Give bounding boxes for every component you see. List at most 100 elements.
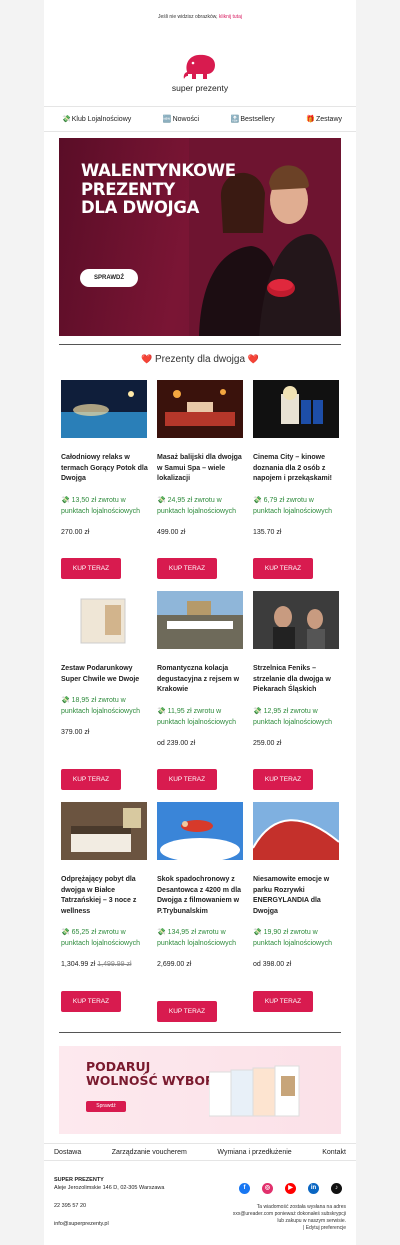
company-email[interactable]: info@superprezenty.pl [54,1220,164,1228]
buy-now-button[interactable]: KUP TERAZ [61,558,121,579]
tiktok-icon[interactable]: ♪ [331,1183,342,1194]
price: 1,304.99 zł 1,499.99 zł [61,961,149,968]
price-value: od 398.00 zł [253,961,292,968]
price: 135.70 zł [253,529,341,536]
product-title[interactable]: Zestaw Podarunkowy Super Chwile we Dwoje [61,664,149,685]
product-image-hotel-room[interactable] [61,802,147,860]
nav-item-loyalty-club[interactable]: 💸 Klub Lojalnościowy [62,115,132,124]
product-card: Masaż balijski dla dwojga w Samui Spa – … [157,380,245,579]
gift-boxes-image [209,1065,300,1117]
nav-label: Nowości [172,115,200,123]
logo[interactable]: super prezenty [44,52,356,93]
top-nav: 💸 Klub Lojalnościowy 🆕 Nowości 🔝 Bestseller… [44,106,356,132]
cashback-text: 💸 24,95 zł zwrotu w punktach lojalnościo… [157,496,236,515]
price: od 398.00 zł [253,961,341,968]
notice-line: lub zakupu w naszym serwisie. [277,1218,346,1224]
company-phone: 22 395 57 20 [54,1203,87,1209]
cashback-text: 💸 13,50 zł zwrotu w punktach lojalnościo… [61,496,140,515]
product-card: Odprężający pobyt dla dwojga w Białce Ta… [61,802,149,1012]
buy-now-button[interactable]: KUP TERAZ [253,558,313,579]
notice-line: Ta wiadomość została wysłana na adres [256,1204,346,1210]
product-title[interactable]: Strzelnica Feniks – strzelanie dla dwojg… [253,664,341,696]
buy-now-button[interactable]: KUP TERAZ [61,991,121,1012]
product-title[interactable]: Cinema City – kinowe doznania dla 2 osób… [253,453,341,485]
cashback-text: 💸 65,25 zł zwrotu w punktach lojalnościo… [61,929,140,947]
buy-now-button[interactable]: KUP TERAZ [157,769,217,790]
nav-label: Klub Lojalnościowy [71,115,132,123]
youtube-icon[interactable]: ▶ [285,1183,296,1194]
heart-icon: ❤️ [140,354,153,364]
product-image-amusement-park[interactable] [252,802,340,860]
cashback-text: 💸 19,90 zł zwrotu w punktach lojalnościo… [253,929,332,947]
price: 499.00 zł [157,529,245,536]
cashback-text: 💸 12,95 zł zwrotu w punktach lojalnościo… [253,707,332,726]
gift-card-banner[interactable]: PODARUJ WOLNOŚĆ WYBORU! Sprawdź [59,1046,341,1134]
nav-item-new[interactable]: 🆕 Nowości [162,115,200,124]
product-card: Niesamowite emocje w parku Rozrywki ENER… [252,802,341,1012]
product-image-shooting-range[interactable] [253,591,339,649]
instagram-icon[interactable]: ◎ [262,1183,273,1194]
footer-link-exchange[interactable]: Wymiana i przedłużenie [217,1149,291,1156]
hero-check-button[interactable]: SPRAWDŹ [80,269,138,287]
product-image-balinese-massage[interactable] [157,380,243,438]
product-card: Całodniowy relaks w termach Gorący Potok… [61,380,149,579]
footer-link-delivery[interactable]: Dostawa [54,1149,81,1156]
price: 2,699.00 zł [157,961,245,968]
banner-check-button[interactable]: Sprawdź [86,1101,126,1112]
price: od 239.00 zł [157,740,245,747]
nav-label: Bestsellery [240,115,275,123]
product-image-dinner-cruise[interactable] [157,591,243,649]
view-in-browser-link[interactable]: kliknij tutaj [219,14,242,20]
divider [59,344,341,345]
product-card: Zestaw Podarunkowy Super Chwile we Dwoje… [61,591,149,790]
company-name: SUPER PREZENTY [54,1177,104,1183]
price-value: 270.00 zł [61,528,90,536]
product-image-gift-set[interactable] [61,591,147,649]
new-icon: 🆕 [162,116,172,123]
buy-now-button[interactable]: KUP TERAZ [253,769,313,790]
price: 379.00 zł [61,729,149,736]
product-title[interactable]: Masaż balijski dla dwojga w Samui Spa – … [157,453,245,485]
product-title[interactable]: Całodniowy relaks w termach Gorący Potok… [61,453,149,485]
section-title: ❤️ Prezenty dla dwojga ❤️ [44,354,356,365]
facebook-icon[interactable]: f [239,1183,250,1194]
buy-now-button[interactable]: KUP TERAZ [157,1001,217,1022]
money-icon: 💸 [62,116,71,123]
product-image-cinema[interactable] [253,380,339,438]
product-card: Romantyczna kolacja degustacyjna z rejse… [157,591,245,790]
product-image-thermal-spa[interactable] [61,380,147,438]
price: 270.00 zł [61,529,149,536]
heart-icon: ❤️ [247,354,260,364]
buy-now-button[interactable]: KUP TERAZ [253,991,313,1012]
subscription-notice: Ta wiadomość została wysłana na adres xx… [206,1204,346,1232]
top-icon: 🔝 [230,116,240,123]
product-title[interactable]: Skok spadochronowy z Desantowca z 4200 m… [157,875,245,917]
product-card: Cinema City – kinowe doznania dla 2 osób… [253,380,341,579]
elephant-logo-icon [183,54,215,79]
footer-link-contact[interactable]: Kontakt [322,1149,346,1156]
product-title[interactable]: Romantyczna kolacja degustacyjna z rejse… [157,664,245,696]
company-info: SUPER PREZENTY Aleje Jerozolimskie 146 D… [54,1176,164,1228]
company-address: Aleje Jerozolimskie 146 D, 02-305 Warsza… [54,1185,165,1191]
nav-item-bestsellers[interactable]: 🔝 Bestsellery [230,115,275,124]
hero-title-line: WALENTYNKOWE [81,161,236,180]
footer-link-voucher-management[interactable]: Zarządzanie voucherem [112,1149,187,1156]
footer-links: Dostawa Zarządzanie voucherem Wymiana i … [44,1143,356,1161]
hero-banner[interactable]: WALENTYNKOWE PREZENTY DLA DWOJGA SPRAWDŹ [59,138,341,336]
price-value: 2,699.00 zł [157,961,192,968]
buy-now-button[interactable]: KUP TERAZ [61,769,121,790]
linkedin-icon[interactable]: in [308,1183,319,1194]
buy-now-button[interactable]: KUP TERAZ [157,558,217,579]
old-price: 1,499.99 zł [97,961,132,968]
section-title-text: Prezenty dla dwojga [154,354,246,365]
product-image-skydiving[interactable] [157,802,243,862]
product-title[interactable]: Odprężający pobyt dla dwojga w Białce Ta… [61,875,149,917]
product-title[interactable]: Niesamowite emocje w parku Rozrywki ENER… [253,875,341,917]
brand-name: super prezenty [171,83,229,93]
price-value: 259.00 zł [253,739,282,747]
nav-item-sets[interactable]: 🎁 Zestawy [306,115,342,124]
preheader-text: Jeśli nie widzisz obrazków, [158,14,218,20]
edit-preferences-link[interactable]: | Edytuj preferencje [206,1225,346,1232]
hero-title: WALENTYNKOWE PREZENTY DLA DWOJGA [81,161,236,218]
email-container: Jeśli nie widzisz obrazków, kliknij tuta… [44,0,356,1245]
